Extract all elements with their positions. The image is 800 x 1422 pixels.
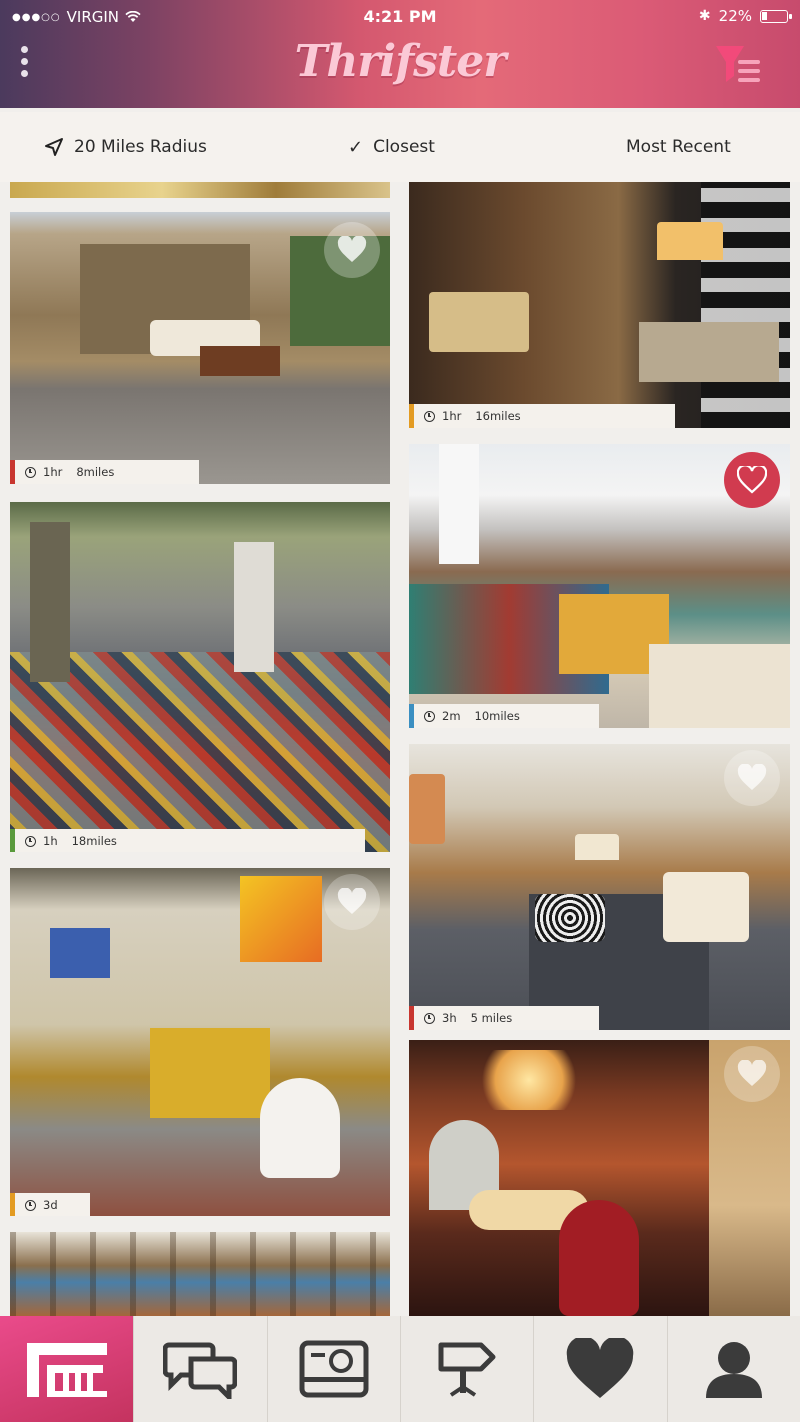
favorite-button[interactable] xyxy=(724,452,780,508)
listing-distance: 5 miles xyxy=(470,1011,513,1025)
status-bar: ●●●○○ VIRGIN 4:21 PM ✱ 22% xyxy=(0,0,800,32)
category-color-bar xyxy=(10,829,15,852)
app-title: Thrifster xyxy=(294,36,507,87)
category-color-bar xyxy=(409,404,414,428)
chat-icon xyxy=(163,1342,238,1399)
status-right: ✱ 22% xyxy=(698,7,792,25)
tab-directions[interactable] xyxy=(399,1316,533,1422)
listing-meta: 3h 5 miles xyxy=(409,1006,599,1030)
category-color-bar xyxy=(10,460,15,484)
feed-card[interactable] xyxy=(409,1040,790,1316)
tab-stores[interactable] xyxy=(0,1316,134,1422)
listing-time: 2m xyxy=(442,709,461,723)
battery-icon xyxy=(760,9,792,23)
clock: 4:21 PM xyxy=(363,7,437,26)
store-icon xyxy=(26,1343,107,1397)
signpost-icon xyxy=(438,1342,496,1397)
feed-card[interactable] xyxy=(10,1232,390,1316)
bluetooth-icon: ✱ xyxy=(698,8,711,24)
listing-meta: 3d xyxy=(10,1193,90,1216)
heart-icon xyxy=(337,236,367,262)
listing-meta: 1hr 8miles xyxy=(10,460,199,484)
favorite-button[interactable] xyxy=(724,1046,780,1102)
heart-icon xyxy=(337,888,367,914)
most-recent-filter[interactable]: Most Recent xyxy=(626,112,731,182)
listing-distance: 16miles xyxy=(475,409,521,423)
feed-card-partial-top-left[interactable] xyxy=(10,182,390,198)
feed-card[interactable]: 2m 10miles xyxy=(409,444,790,728)
favorite-button[interactable] xyxy=(324,222,380,278)
listing-time: 1hr xyxy=(43,465,63,479)
profile-icon xyxy=(705,1342,762,1398)
feed-card[interactable]: 1hr 8miles xyxy=(10,212,390,484)
filter-bar: 20 Miles Radius ✓ Closest Most Recent xyxy=(0,112,800,182)
most-recent-label: Most Recent xyxy=(626,137,731,157)
feed-card[interactable]: 1h 18miles xyxy=(10,502,390,852)
listing-time: 3d xyxy=(43,1198,58,1212)
heart-icon xyxy=(737,1060,767,1086)
listing-time: 1h xyxy=(43,834,58,848)
closest-filter[interactable]: ✓ Closest xyxy=(348,112,435,182)
tab-bar xyxy=(0,1316,800,1422)
heart-icon xyxy=(737,466,767,494)
clock-icon xyxy=(25,835,36,847)
feed-card[interactable]: 3h 5 miles xyxy=(409,744,790,1030)
listing-meta: 1h 18miles xyxy=(10,829,365,852)
clock-icon xyxy=(25,466,36,478)
camera-icon xyxy=(299,1340,369,1398)
listing-photo xyxy=(10,1232,390,1316)
listing-distance: 8miles xyxy=(76,465,115,479)
clock-icon xyxy=(424,710,435,722)
location-arrow-icon xyxy=(45,138,63,156)
tab-favorites[interactable] xyxy=(533,1316,666,1422)
listing-photo xyxy=(10,502,390,852)
listing-time: 3h xyxy=(442,1011,457,1025)
category-color-bar xyxy=(409,1006,414,1030)
feed-card[interactable]: 3d xyxy=(10,868,390,1216)
listing-distance: 10miles xyxy=(474,709,520,723)
clock-icon xyxy=(25,1199,36,1211)
filter-icon[interactable] xyxy=(710,42,766,90)
app-header: ●●●○○ VIRGIN 4:21 PM ✱ 22% Thrifster xyxy=(0,0,800,108)
listing-time: 1hr xyxy=(442,409,462,423)
tab-messages[interactable] xyxy=(133,1316,266,1422)
clock-icon xyxy=(424,410,435,422)
closest-label: Closest xyxy=(373,137,435,157)
heart-icon xyxy=(737,764,767,790)
listing-distance: 18miles xyxy=(71,834,117,848)
battery-percent: 22% xyxy=(718,7,752,25)
tab-profile[interactable] xyxy=(666,1316,800,1422)
radius-filter[interactable]: 20 Miles Radius xyxy=(44,112,207,182)
listing-meta: 1hr 16miles xyxy=(409,404,675,428)
listing-photo xyxy=(409,182,790,428)
category-color-bar xyxy=(10,1193,15,1216)
check-icon: ✓ xyxy=(348,136,364,158)
clock-icon xyxy=(424,1012,435,1024)
listing-meta: 2m 10miles xyxy=(409,704,599,728)
tab-camera[interactable] xyxy=(266,1316,400,1422)
favorite-button[interactable] xyxy=(724,750,780,806)
category-color-bar xyxy=(409,704,414,728)
listing-photo xyxy=(10,182,390,198)
heart-icon xyxy=(567,1338,634,1398)
radius-label: 20 Miles Radius xyxy=(74,137,207,157)
feed-card[interactable]: 1hr 16miles xyxy=(409,182,790,428)
favorite-button[interactable] xyxy=(324,874,380,930)
